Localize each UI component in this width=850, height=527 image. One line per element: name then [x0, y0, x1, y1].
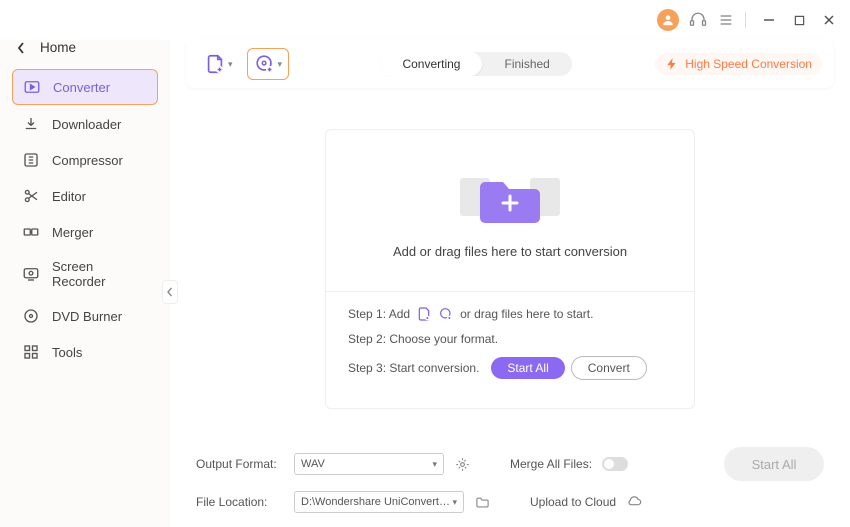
menu-icon[interactable] [717, 11, 735, 29]
high-speed-conversion-button[interactable]: High Speed Conversion [655, 53, 822, 75]
drop-zone-title: Add or drag files here to start conversi… [393, 244, 627, 259]
sidebar-item-label: Converter [53, 80, 110, 95]
minimize-button[interactable] [762, 13, 776, 27]
home-link[interactable]: Home [12, 40, 158, 69]
step3-text: Step 3: Start conversion. [348, 361, 479, 375]
sidebar-item-screen-recorder[interactable]: Screen Recorder [12, 251, 158, 297]
sidebar: Home Converter Downloader Compressor Edi… [0, 40, 170, 527]
step-2: Step 2: Choose your format. [348, 332, 672, 346]
folder-add-icon [450, 160, 570, 230]
file-plus-icon[interactable] [416, 306, 432, 322]
toolbar: ▾ ▾ Converting Finished High Speed Conve… [186, 40, 834, 88]
chevron-down-icon: ▾ [432, 459, 437, 470]
add-file-button[interactable]: ▾ [198, 49, 239, 79]
footer: Output Format: WAV ▾ Merge All Files: St… [186, 439, 834, 513]
output-format-label: Output Format: [196, 457, 284, 471]
user-avatar-icon[interactable] [657, 9, 679, 31]
tab-converting[interactable]: Converting [380, 52, 482, 76]
sidebar-item-downloader[interactable]: Downloader [12, 107, 158, 141]
headset-icon[interactable] [689, 11, 707, 29]
chevron-down-icon: ▾ [228, 59, 233, 70]
disc-icon [22, 307, 40, 325]
sidebar-item-label: Merger [52, 225, 93, 240]
main-panel: ▾ ▾ Converting Finished High Speed Conve… [170, 40, 850, 527]
merge-files-label: Merge All Files: [510, 457, 592, 471]
sidebar-item-label: DVD Burner [52, 309, 122, 324]
disc-plus-icon [254, 53, 276, 75]
sidebar-item-label: Editor [52, 189, 86, 204]
folder-icon[interactable] [474, 494, 490, 510]
disc-plus-icon[interactable] [438, 306, 454, 322]
file-plus-icon [204, 53, 226, 75]
sidebar-item-dvd-burner[interactable]: DVD Burner [12, 299, 158, 333]
tab-finished[interactable]: Finished [482, 52, 571, 76]
divider [745, 12, 746, 28]
high-speed-label: High Speed Conversion [685, 57, 812, 71]
sidebar-item-label: Downloader [52, 117, 121, 132]
step-3: Step 3: Start conversion. Start All Conv… [348, 356, 672, 380]
file-location-value: D:\Wondershare UniConverter 1 [301, 496, 452, 508]
sidebar-item-tools[interactable]: Tools [12, 335, 158, 369]
output-format-select[interactable]: WAV ▾ [294, 453, 444, 475]
sidebar-item-label: Screen Recorder [52, 259, 148, 289]
scissors-icon [22, 187, 40, 205]
convert-pill[interactable]: Convert [571, 356, 647, 380]
chevron-left-icon [16, 41, 26, 55]
step-1: Step 1: Add or drag files here to start. [348, 306, 672, 322]
download-icon [22, 115, 40, 133]
sidebar-collapse-handle[interactable] [162, 280, 178, 304]
step1-suffix: or drag files here to start. [460, 307, 593, 321]
content-area: Add or drag files here to start conversi… [186, 98, 834, 439]
start-all-button[interactable]: Start All [724, 447, 824, 481]
sidebar-item-editor[interactable]: Editor [12, 179, 158, 213]
titlebar [0, 0, 850, 40]
lightning-icon [665, 57, 679, 71]
sidebar-item-compressor[interactable]: Compressor [12, 143, 158, 177]
output-format-value: WAV [301, 458, 325, 470]
maximize-button[interactable] [792, 13, 806, 27]
compress-icon [22, 151, 40, 169]
chevron-left-icon [166, 287, 174, 297]
sidebar-item-label: Tools [52, 345, 82, 360]
divider [326, 291, 694, 292]
close-button[interactable] [822, 13, 836, 27]
drop-zone[interactable]: Add or drag files here to start conversi… [348, 148, 672, 277]
step1-prefix: Step 1: Add [348, 307, 410, 321]
upload-cloud-label: Upload to Cloud [530, 495, 616, 509]
merge-icon [22, 223, 40, 241]
home-label: Home [40, 40, 76, 55]
screen-recorder-icon [22, 265, 40, 283]
video-converter-icon [23, 78, 41, 96]
sidebar-item-label: Compressor [52, 153, 123, 168]
start-all-pill[interactable]: Start All [491, 357, 564, 379]
drop-zone-card: Add or drag files here to start conversi… [325, 129, 695, 409]
chevron-down-icon: ▾ [278, 59, 283, 70]
cloud-icon[interactable] [626, 494, 642, 510]
tab-segment: Converting Finished [380, 52, 571, 76]
file-location-select[interactable]: D:\Wondershare UniConverter 1 ▾ [294, 491, 464, 513]
gear-icon[interactable] [454, 456, 470, 472]
sidebar-item-converter[interactable]: Converter [12, 69, 158, 105]
sidebar-item-merger[interactable]: Merger [12, 215, 158, 249]
chevron-down-icon: ▾ [452, 497, 457, 508]
grid-icon [22, 343, 40, 361]
add-dvd-button[interactable]: ▾ [247, 48, 290, 80]
file-location-label: File Location: [196, 495, 284, 509]
merge-files-toggle[interactable] [602, 457, 628, 471]
